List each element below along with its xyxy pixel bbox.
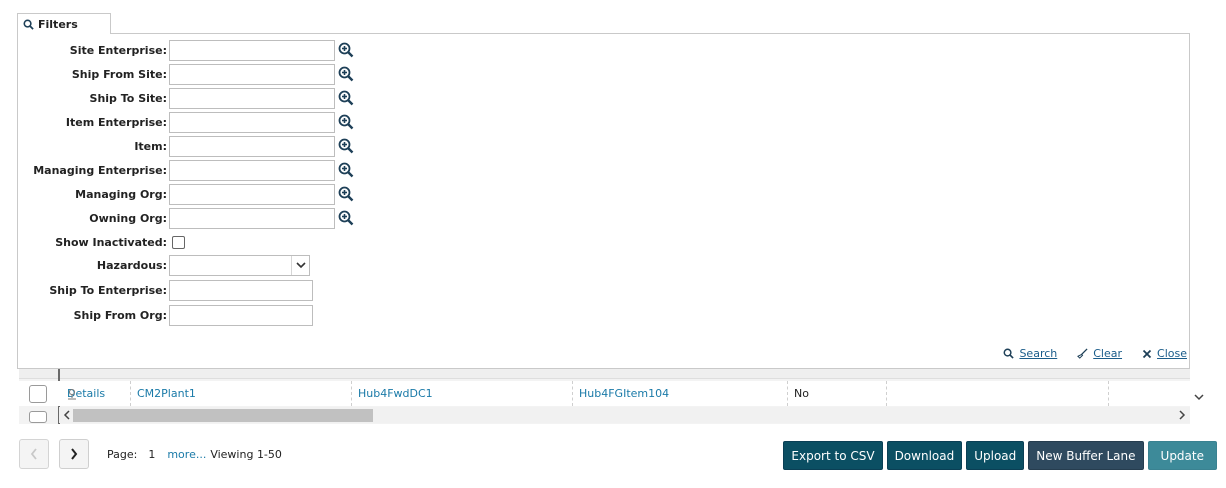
cell-col2[interactable]: Hub4FwdDC1 (352, 381, 573, 406)
ship-from-site-input[interactable] (169, 63, 335, 85)
next-page-button[interactable] (59, 439, 89, 469)
show-inactivated-checkbox[interactable] (172, 235, 185, 249)
ship-from-site-label: Ship From Site: (71, 67, 167, 81)
ship-from-org-label: Ship From Org: (73, 308, 167, 322)
export-csv-button[interactable]: Export to CSV (783, 441, 883, 470)
item-enterprise-label: Item Enterprise: (65, 115, 167, 129)
site-enterprise-label: Site Enterprise: (69, 43, 167, 57)
scrollbar-thumb[interactable] (73, 409, 373, 422)
cell-col3[interactable]: Hub4FGItem104 (573, 381, 788, 406)
filter-row-ship-to-site: Ship To Site: (18, 87, 354, 109)
upload-button[interactable]: Upload (966, 441, 1025, 470)
new-buffer-lane-button[interactable]: New Buffer Lane (1028, 441, 1144, 470)
ship-to-site-lookup-icon[interactable] (338, 90, 354, 106)
search-action-label[interactable]: Search (1019, 347, 1057, 360)
ship-to-enterprise-label: Ship To Enterprise: (49, 283, 167, 297)
item-input[interactable] (169, 135, 335, 157)
chevron-left-icon (30, 448, 37, 460)
cell-col5 (887, 381, 1109, 406)
filters-tab-label: Filters (38, 17, 78, 31)
search-icon (23, 19, 34, 30)
filter-row-ship-to-enterprise: Ship To Enterprise: (18, 279, 313, 301)
managing-org-lookup-icon[interactable] (338, 186, 354, 202)
search-icon (1004, 348, 1015, 359)
filters-panel: Site Enterprise: Ship From Site: Ship To… (17, 33, 1190, 369)
ship-to-site-input[interactable] (169, 87, 335, 109)
filter-row-managing-enterprise: Managing Enterprise: (18, 159, 354, 181)
filter-row-item-enterprise: Item Enterprise: (18, 111, 354, 133)
horizontal-scrollbar[interactable] (59, 407, 1190, 423)
managing-org-label: Managing Org: (75, 187, 167, 201)
row-pin-icon (68, 389, 76, 400)
ship-from-site-lookup-icon[interactable] (338, 66, 354, 82)
action-buttons: Export to CSV Download Upload New Buffer… (783, 441, 1217, 470)
page-label: Page: (107, 447, 138, 461)
item-enterprise-input[interactable] (169, 111, 335, 133)
managing-org-input[interactable] (169, 183, 335, 205)
filter-row-ship-from-site: Ship From Site: (18, 63, 354, 85)
filter-row-hazardous: Hazardous: (18, 254, 310, 276)
ship-to-site-label: Ship To Site: (89, 91, 167, 105)
grid-header-strip (19, 369, 1190, 379)
site-enterprise-lookup-icon[interactable] (338, 42, 354, 58)
close-action-label[interactable]: Close (1157, 347, 1187, 360)
viewing-range: Viewing 1-50 (210, 447, 282, 461)
page-root: Details CM2Plant1 Hub4FwdDC1 Hub4FGItem1… (0, 0, 1226, 488)
managing-enterprise-label: Managing Enterprise: (33, 163, 167, 177)
owning-org-input[interactable] (169, 207, 335, 229)
managing-enterprise-input[interactable] (169, 159, 335, 181)
scroll-left-icon[interactable] (63, 410, 71, 420)
filter-row-item: Item: (18, 135, 354, 157)
close-action[interactable]: Close (1142, 347, 1187, 360)
ship-from-org-input[interactable] (169, 304, 313, 326)
hazardous-select[interactable] (169, 254, 310, 276)
data-grid: Details CM2Plant1 Hub4FwdDC1 Hub4FGItem1… (19, 369, 1204, 424)
clear-action[interactable]: Clear (1077, 347, 1122, 360)
chevron-down-icon[interactable] (291, 255, 309, 275)
filter-row-show-inactivated: Show Inactivated: (18, 231, 185, 253)
item-label: Item: (134, 139, 167, 153)
item-enterprise-lookup-icon[interactable] (338, 114, 354, 130)
cell-col1[interactable]: CM2Plant1 (131, 381, 352, 406)
broom-icon (1077, 348, 1088, 359)
cell-col4: No (788, 381, 887, 406)
filter-row-managing-org: Managing Org: (18, 183, 354, 205)
managing-enterprise-lookup-icon[interactable] (338, 162, 354, 178)
show-inactivated-label: Show Inactivated: (55, 235, 167, 249)
update-button[interactable]: Update (1147, 441, 1217, 470)
close-icon (1142, 349, 1152, 358)
scroll-right-icon[interactable] (1178, 410, 1186, 420)
filter-row-owning-org: Owning Org: (18, 207, 354, 229)
more-pages-link[interactable]: more... (167, 448, 206, 461)
page-number: 1 (148, 447, 156, 461)
download-button[interactable]: Download (886, 441, 963, 470)
owning-org-lookup-icon[interactable] (338, 210, 354, 226)
clear-action-label[interactable]: Clear (1093, 347, 1122, 360)
filters-tab[interactable]: Filters (17, 13, 111, 34)
pagination: Page: 1 more... Viewing 1-50 (19, 439, 282, 469)
owning-org-label: Owning Org: (89, 211, 167, 225)
search-action[interactable]: Search (1003, 347, 1057, 360)
hazardous-label: Hazardous: (96, 258, 167, 272)
chevron-right-icon (71, 448, 78, 460)
item-lookup-icon[interactable] (338, 138, 354, 154)
filter-actions: Search Clear Close (1003, 347, 1187, 360)
filter-row-site-enterprise: Site Enterprise: (18, 39, 354, 61)
site-enterprise-input[interactable] (169, 39, 335, 61)
row-checkbox[interactable] (29, 384, 47, 403)
prev-page-button[interactable] (19, 439, 49, 469)
filter-row-ship-from-org: Ship From Org: (18, 304, 313, 326)
row-checkbox-next[interactable] (29, 411, 47, 423)
ship-to-enterprise-input[interactable] (169, 279, 313, 301)
scroll-down-icon[interactable] (1193, 392, 1205, 402)
table-row: Details CM2Plant1 Hub4FwdDC1 Hub4FGItem1… (19, 381, 1190, 406)
